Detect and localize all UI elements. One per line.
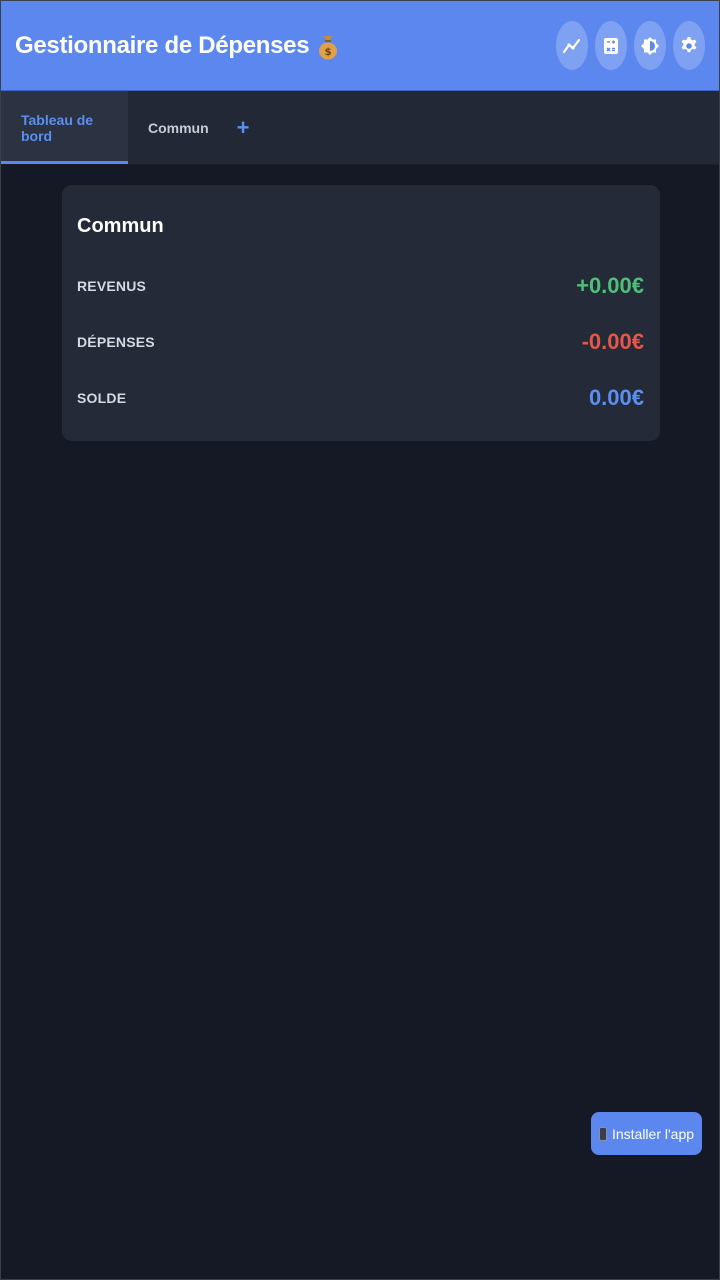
expense-value: -0.00€: [581, 329, 644, 354]
app-title: Gestionnaire de Dépenses $: [15, 32, 339, 60]
money-bag-icon: $: [317, 32, 339, 60]
tab-dashboard-label: Tableau de bord: [21, 111, 94, 144]
balance-value: 0.00€: [588, 385, 644, 410]
stats-button[interactable]: [556, 21, 588, 70]
add-tab-button[interactable]: +: [229, 91, 260, 164]
summary-card: Commun REVENUS +0.00€ DÉPENSES -0.00€ SO…: [62, 185, 660, 441]
app-title-text: Gestionnaire de Dépenses: [15, 31, 310, 59]
calculator-button[interactable]: [595, 21, 627, 70]
balance-label: SOLDE: [77, 390, 127, 406]
calculator-icon: [604, 37, 618, 54]
header-actions: [556, 21, 705, 70]
tab-bar: Tableau de bord Commun +: [1, 91, 719, 165]
settings-button[interactable]: [673, 21, 705, 70]
app-header: Gestionnaire de Dépenses $: [1, 1, 719, 91]
tab-commun[interactable]: Commun: [128, 91, 229, 164]
install-app-label: Installer l'app: [611, 1125, 695, 1142]
income-label: REVENUS: [77, 278, 147, 294]
app-frame: Gestionnaire de Dépenses $ Tableau de bo…: [0, 0, 720, 1280]
brightness-icon: [641, 36, 659, 55]
tab-dashboard[interactable]: Tableau de bord: [1, 91, 128, 164]
summary-card-title: Commun: [77, 215, 164, 237]
income-row: REVENUS +0.00€: [77, 258, 644, 314]
trend-chart-icon: [562, 38, 581, 53]
expense-row: DÉPENSES -0.00€: [77, 314, 644, 370]
income-value: +0.00€: [576, 273, 644, 298]
expense-label: DÉPENSES: [77, 334, 155, 350]
plus-icon: +: [236, 114, 250, 140]
balance-row: SOLDE 0.00€: [77, 370, 644, 426]
gear-icon: [681, 36, 697, 52]
tab-commun-label: Commun: [148, 119, 209, 136]
svg-text:$: $: [325, 47, 332, 58]
install-app-button[interactable]: Installer l'app: [591, 1112, 702, 1155]
phone-icon: [598, 1126, 607, 1141]
theme-toggle-button[interactable]: [634, 21, 666, 70]
